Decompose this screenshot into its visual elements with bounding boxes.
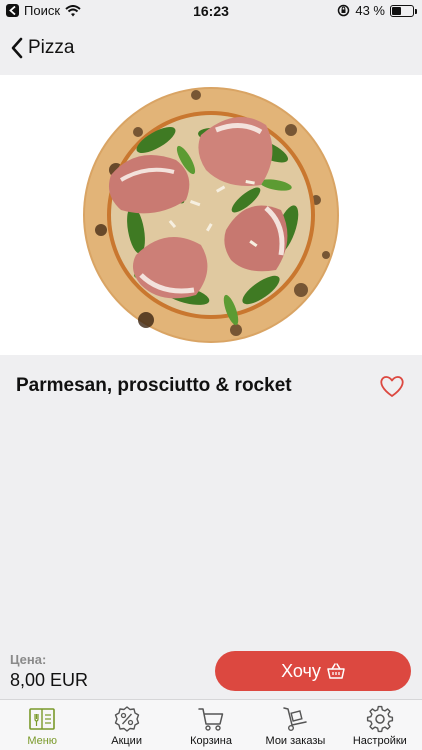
tab-settings[interactable]: Настройки bbox=[338, 700, 422, 750]
want-button-label: Хочу bbox=[281, 660, 321, 681]
price-label: Цена: bbox=[10, 652, 47, 667]
tab-menu-label: Меню bbox=[27, 735, 58, 747]
chevron-left-icon bbox=[11, 37, 23, 59]
orientation-lock-icon bbox=[338, 4, 350, 17]
nav-bar: Pizza bbox=[0, 22, 422, 74]
price-block: Цена: 8,00 EUR bbox=[10, 652, 88, 691]
pizza-image bbox=[83, 87, 339, 343]
back-button[interactable]: Pizza bbox=[10, 36, 74, 60]
discount-badge-icon bbox=[114, 706, 139, 732]
product-title: Parmesan, prosciutto & rocket bbox=[16, 375, 292, 396]
basket-icon bbox=[327, 663, 345, 679]
tab-promotions-label: Акции bbox=[111, 735, 142, 747]
battery-icon bbox=[390, 4, 417, 17]
tab-my-orders[interactable]: Мои заказы bbox=[253, 700, 337, 750]
tab-promotions[interactable]: Акции bbox=[84, 700, 168, 750]
menu-book-icon bbox=[29, 708, 56, 730]
tab-my-orders-label: Мои заказы bbox=[265, 735, 326, 747]
tab-menu[interactable]: Меню bbox=[0, 700, 84, 750]
tab-bar: Меню Акции Корзина Мои заказы Настройки bbox=[0, 699, 422, 750]
gear-icon bbox=[366, 705, 393, 733]
cart-icon bbox=[198, 708, 224, 731]
want-button[interactable]: Хочу bbox=[215, 651, 411, 691]
tab-cart-label: Корзина bbox=[190, 735, 232, 747]
status-bar: Поиск 16:23 43 % bbox=[0, 0, 422, 22]
product-image bbox=[0, 75, 422, 355]
heart-icon[interactable] bbox=[378, 372, 406, 400]
product-title-row: Parmesan, prosciutto & rocket bbox=[16, 365, 406, 407]
back-button-label: Pizza bbox=[28, 37, 75, 58]
hand-truck-icon bbox=[283, 707, 308, 732]
price-value: 8,00 EUR bbox=[10, 670, 89, 690]
tab-cart[interactable]: Корзина bbox=[169, 700, 253, 750]
tab-settings-label: Настройки bbox=[352, 735, 407, 747]
battery-percent: 43 % bbox=[355, 3, 385, 18]
battery-level bbox=[392, 6, 401, 15]
